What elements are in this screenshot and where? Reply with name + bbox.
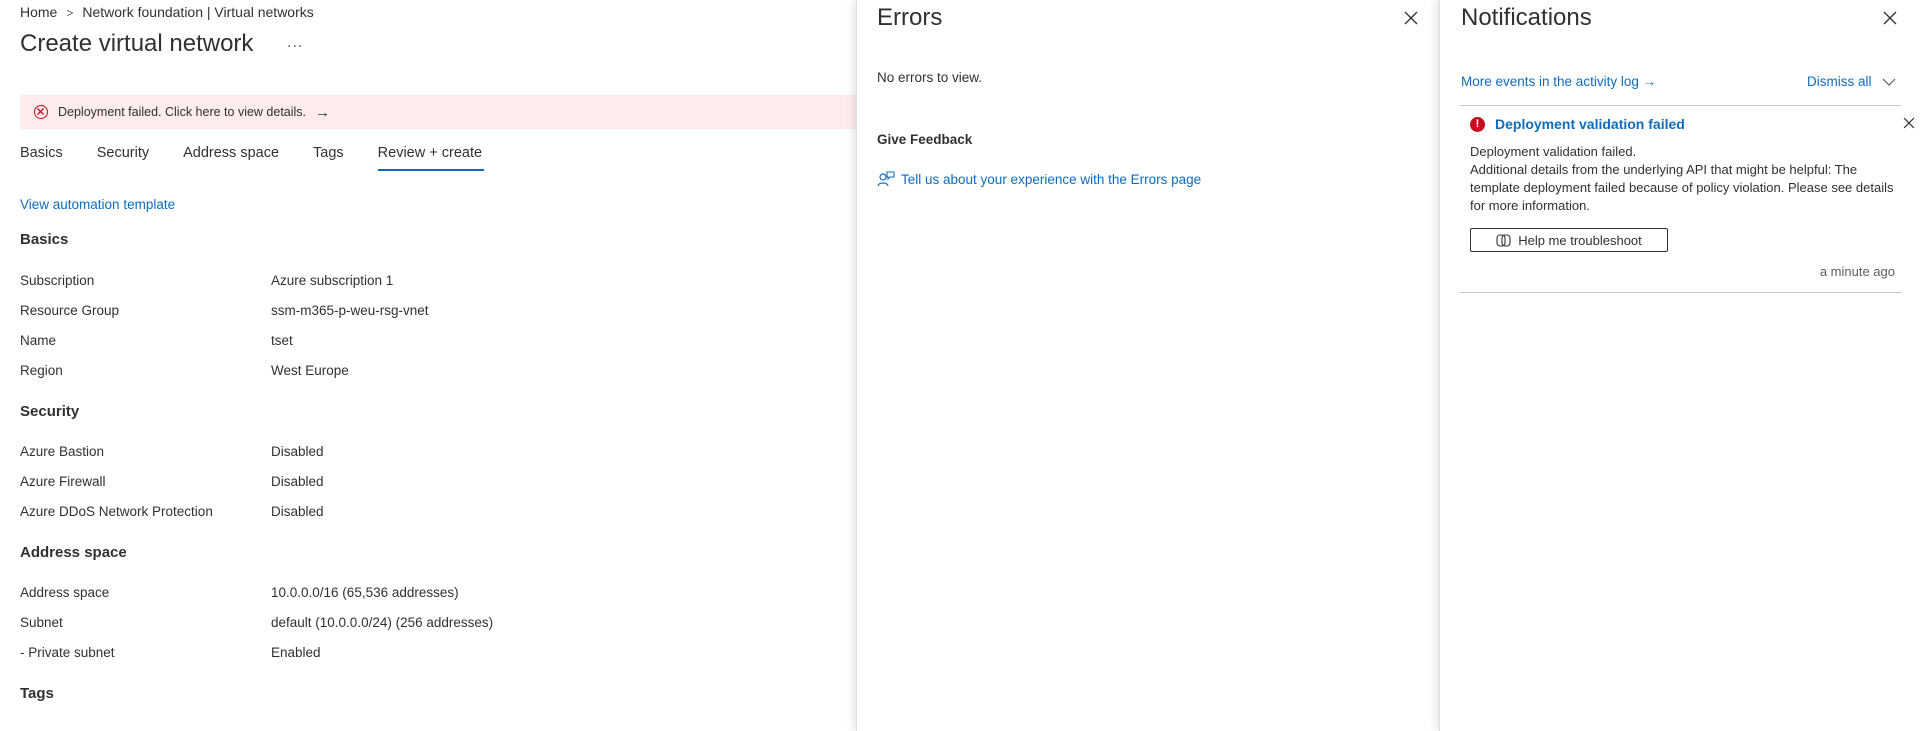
notifications-panel-title: Notifications: [1461, 4, 1592, 31]
value-subnet: default (10.0.0.0/24) (256 addresses): [271, 615, 494, 630]
deployment-failed-banner[interactable]: Deployment failed. Click here to view de…: [20, 95, 856, 129]
tab-tags[interactable]: Tags: [313, 142, 344, 176]
notification-item[interactable]: ! Deployment validation failed Deploymen…: [1460, 106, 1915, 292]
arrow-right-icon: →: [315, 103, 331, 121]
value-address-space: 10.0.0.0/16 (65,536 addresses): [271, 585, 459, 600]
errors-feedback-link-text: Tell us about your experience with the E…: [901, 171, 1202, 187]
view-automation-template-link[interactable]: View automation template: [20, 197, 175, 212]
help-me-troubleshoot-button[interactable]: Help me troubleshoot: [1470, 228, 1668, 252]
close-icon[interactable]: [1404, 11, 1418, 25]
tab-review-create[interactable]: Review + create: [377, 142, 485, 176]
label-azure-firewall: Azure Firewall: [20, 474, 106, 489]
breadcrumb: Home > Network foundation | Virtual networ…: [20, 4, 314, 20]
label-ddos-protection: Azure DDoS Network Protection: [20, 504, 213, 519]
errors-feedback-link[interactable]: Tell us about your experience with the E…: [877, 170, 1201, 188]
label-azure-bastion: Azure Bastion: [20, 444, 105, 459]
chevron-down-icon: [1882, 78, 1895, 86]
copilot-icon: [1496, 233, 1511, 247]
wizard-tabs: Basics Security Address space Tags Revie…: [20, 142, 516, 176]
section-title-tags: Tags: [20, 685, 54, 702]
more-options-button[interactable]: ...: [287, 34, 303, 52]
notification-title[interactable]: Deployment validation failed: [1495, 116, 1685, 132]
errors-panel-title: Errors: [877, 4, 943, 31]
close-icon[interactable]: [1883, 11, 1897, 25]
help-button-label: Help me troubleshoot: [1518, 232, 1642, 248]
breadcrumb-separator: >: [66, 6, 74, 20]
errors-panel: Errors No errors to view. Give Feedback …: [856, 0, 1440, 731]
banner-text: Deployment failed. Click here to view de…: [58, 105, 307, 119]
error-badge-icon: !: [1470, 117, 1485, 132]
page-title: Create virtual network: [20, 30, 254, 57]
value-subscription: Azure subscription 1: [271, 273, 394, 288]
value-private-subnet: Enabled: [271, 645, 321, 660]
divider: [1460, 292, 1901, 293]
label-address-space: Address space: [20, 585, 110, 600]
value-name: tset: [271, 333, 293, 348]
notification-body: Deployment validation failed. Additional…: [1470, 143, 1895, 215]
value-azure-firewall: Disabled: [271, 474, 324, 489]
breadcrumb-virtual-networks[interactable]: Network foundation | Virtual networks: [82, 4, 313, 20]
tab-security[interactable]: Security: [97, 142, 149, 176]
notification-line-2: Additional details from the underlying A…: [1470, 162, 1894, 213]
dismiss-all-button[interactable]: Dismiss all: [1807, 74, 1896, 89]
feedback-person-icon: [877, 171, 895, 187]
notifications-panel: Notifications More events in the activit…: [1439, 0, 1920, 731]
section-title-basics: Basics: [20, 231, 69, 248]
notification-timestamp: a minute ago: [1819, 264, 1895, 279]
tab-basics[interactable]: Basics: [20, 142, 63, 176]
no-errors-text: No errors to view.: [877, 70, 983, 85]
activity-log-link[interactable]: More events in the activity log →: [1461, 74, 1656, 89]
value-region: West Europe: [271, 363, 349, 378]
label-subnet: Subnet: [20, 615, 63, 630]
label-region: Region: [20, 363, 63, 378]
tab-address-space[interactable]: Address space: [183, 142, 279, 176]
section-title-address-space: Address space: [20, 544, 127, 561]
error-circle-icon: [34, 105, 48, 119]
dismiss-all-label: Dismiss all: [1807, 74, 1872, 89]
close-icon[interactable]: [1903, 117, 1915, 129]
value-resource-group: ssm-m365-p-weu-rsg-vnet: [271, 303, 429, 318]
value-ddos-protection: Disabled: [271, 504, 324, 519]
label-name: Name: [20, 333, 57, 348]
section-title-security: Security: [20, 403, 80, 420]
label-resource-group: Resource Group: [20, 303, 120, 318]
label-subscription: Subscription: [20, 273, 95, 288]
notification-line-1: Deployment validation failed.: [1470, 144, 1637, 159]
give-feedback-title: Give Feedback: [877, 132, 973, 147]
value-azure-bastion: Disabled: [271, 444, 324, 459]
create-vnet-blade: Home > Network foundation | Virtual networ…: [0, 0, 856, 731]
label-private-subnet: - Private subnet: [20, 645, 115, 660]
breadcrumb-home[interactable]: Home: [20, 4, 57, 20]
